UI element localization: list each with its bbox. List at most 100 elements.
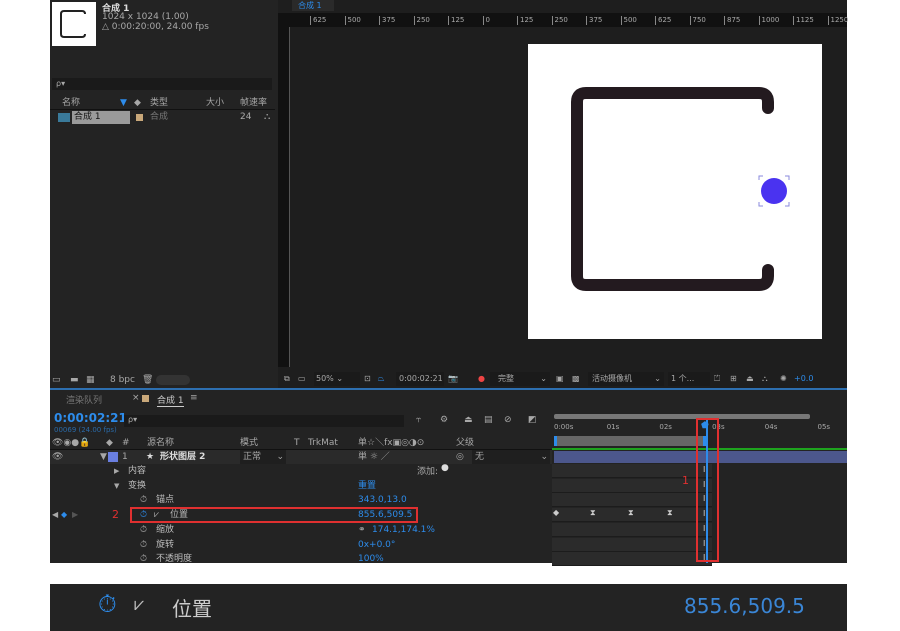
resolution-select[interactable]: 完整 ⌄ [490,372,550,386]
frame-blending-icon[interactable]: ▤ [484,415,493,425]
new-folder-icon[interactable]: ▬ [70,373,79,387]
property-row[interactable]: ⏱ 旋转 0x+0.0° [50,538,552,552]
stopwatch-icon[interactable]: ⏱ [140,523,147,537]
tab-comp[interactable]: 合成 1 [292,0,334,11]
add-button-icon[interactable]: ● [441,463,449,473]
work-area-navigator[interactable] [554,414,810,419]
c-shape [571,87,774,291]
property-value[interactable]: 174.1,174.1% [372,523,435,537]
property-label: 锚点 [156,495,175,506]
region-of-interest-icon[interactable]: ▣ [556,372,564,386]
item-name[interactable]: 合成 1 [72,111,130,124]
always-preview-icon[interactable]: ⧉ [284,372,290,386]
work-area-bar[interactable] [554,436,706,446]
viewer-timecode[interactable]: 0:00:02:21 [396,372,444,386]
timeline-icon[interactable]: ⏏ [746,372,754,386]
property-row[interactable]: ▶ 内容 [50,464,552,478]
draft-3d-icon[interactable]: ⚙ [440,415,448,425]
channel-icon[interactable]: ● [478,372,485,386]
pickwhip-icon[interactable]: ◎ [456,450,464,464]
stopwatch-icon[interactable]: ⏱ [98,590,117,618]
graph-icon[interactable]: ⩗ [134,594,144,615]
canvas [528,44,822,339]
timeline-search-input[interactable]: ρ▾ [124,415,404,427]
parent-select[interactable]: 无 ⌄ [472,450,550,464]
stopwatch-icon[interactable]: ⏱ [140,552,147,566]
project-search-input[interactable]: ρ▾ [52,78,272,90]
composition-mini-flowchart-icon[interactable]: ⥾ [416,415,421,425]
views-select[interactable]: 1 个... [668,372,710,386]
keyframe-icon[interactable]: ⧗ [667,508,673,518]
col-type[interactable]: 类型 [150,97,168,110]
prev-keyframe-icon[interactable]: ◀ [52,510,58,519]
property-row[interactable]: ⏱ 缩放 ⚭ 174.1,174.1% [50,523,552,537]
camera-select[interactable]: 活动摄像机 ⌄ [588,372,664,386]
blue-dot [761,178,787,204]
snapshot-icon[interactable]: 📷 [448,372,458,386]
property-value[interactable]: 343.0,13.0 [358,493,407,507]
expand-arrow-icon[interactable]: ▶ [114,464,119,478]
property-row[interactable]: ⏱ 锚点 343.0,13.0 [50,493,552,507]
property-value[interactable]: 100% [358,552,384,566]
source-name-header[interactable]: 源名称 [147,437,174,450]
layer-row[interactable]: 👁 ▼ 1 ★ 形状图层 2 正常 ⌄ 単 ☼ ／ ◎ 无 ⌄ [50,450,552,464]
mode-select[interactable]: 正常 ⌄ [240,450,286,464]
add-keyframe-icon[interactable]: ◆ [61,510,67,519]
project-item[interactable]: 合成 1 合成 24 ⛬ [50,111,275,124]
property-track: I [552,537,712,552]
ruler-tick: 250 [413,16,430,25]
property-row[interactable]: ▼ 变换 重置 [50,479,552,493]
exposure-value[interactable]: +0.0 [794,372,813,386]
zoom-select[interactable]: 50% ⌄ [314,372,360,386]
layer-name[interactable]: 形状图层 2 [160,450,205,464]
panel-menu-icon[interactable]: ≡ [190,393,198,403]
stopwatch-icon[interactable]: ⏱ [140,493,147,507]
timeline-panel: 渲染队列 × 合成 1 ≡ 0:00:02:21 00069 (24.00 fp… [50,390,847,567]
switches-header: 单☆＼fx▣◎◑⊙ [358,438,425,448]
expand-arrow-icon[interactable]: ▼ [114,479,119,493]
tab-comp1[interactable]: 合成 1 [157,393,184,407]
sort-icon[interactable]: ▼ [120,97,127,110]
close-tab-icon[interactable]: × [132,393,140,403]
graph-editor-icon[interactable]: ◩ [528,415,537,425]
flowchart-icon[interactable]: ⛬ [762,372,768,386]
mask-visibility-icon[interactable]: ⏢ [378,372,384,386]
constrain-link-icon[interactable]: ⚭ [358,523,366,537]
keyframe-icon[interactable]: ⧗ [628,508,634,518]
layer-label-color[interactable] [108,452,118,462]
fit-icon[interactable]: ⊡ [364,372,371,386]
col-fps[interactable]: 帧速率 [240,97,267,110]
transparency-grid-icon[interactable]: ▩ [572,372,580,386]
property-value[interactable]: 重置 [358,479,376,493]
position-value-large[interactable]: 855.6,509.5 [684,594,805,618]
thumbnail-slider[interactable] [156,375,190,385]
interpret-footage-icon[interactable]: ▭ [52,373,61,387]
keyframe-icon[interactable]: ◆ [553,508,559,517]
next-keyframe-icon[interactable]: ▶ [72,510,78,519]
expand-arrow-icon[interactable]: ▼ [100,450,107,464]
col-size[interactable]: 大小 [206,97,224,110]
keyframe-icon[interactable]: ⧗ [590,508,596,518]
resolution-value: 完整 [498,374,514,383]
current-time[interactable]: 0:00:02:21 [54,411,127,425]
monitor-icon[interactable]: ▭ [298,372,306,386]
property-row[interactable]: ⏱ 不透明度 100% [50,552,552,566]
fast-previews-icon[interactable]: ⊞ [730,372,737,386]
property-value[interactable]: 0x+0.0° [358,538,395,552]
trash-icon[interactable]: 🗑 [142,373,153,387]
col-name[interactable]: 名称 [62,97,80,110]
bpc-label[interactable]: 8 bpc [110,373,135,387]
toggle-view-icon[interactable]: ⏍ [714,372,720,386]
project-footer: ▭ ▬ ▦ 8 bpc 🗑 [50,373,275,387]
visibility-icon[interactable]: 👁 [52,450,63,464]
mode-header: 模式 [240,438,259,448]
motion-blur-icon[interactable]: ⊘ [504,415,512,425]
shy-layers-icon[interactable]: ⏏ [464,415,473,425]
new-comp-icon[interactable]: ▦ [86,373,95,387]
stopwatch-icon[interactable]: ⏱ [140,538,147,552]
tab-render-queue[interactable]: 渲染队列 [66,393,102,406]
exposure-icon[interactable]: ✺ [780,372,787,386]
flowchart-icon[interactable]: ⛬ [264,111,270,124]
project-columns: 名称 ▼ ◆ 类型 大小 帧速率 [50,97,275,110]
layer-switches[interactable]: 単 ☼ ／ [358,450,390,464]
